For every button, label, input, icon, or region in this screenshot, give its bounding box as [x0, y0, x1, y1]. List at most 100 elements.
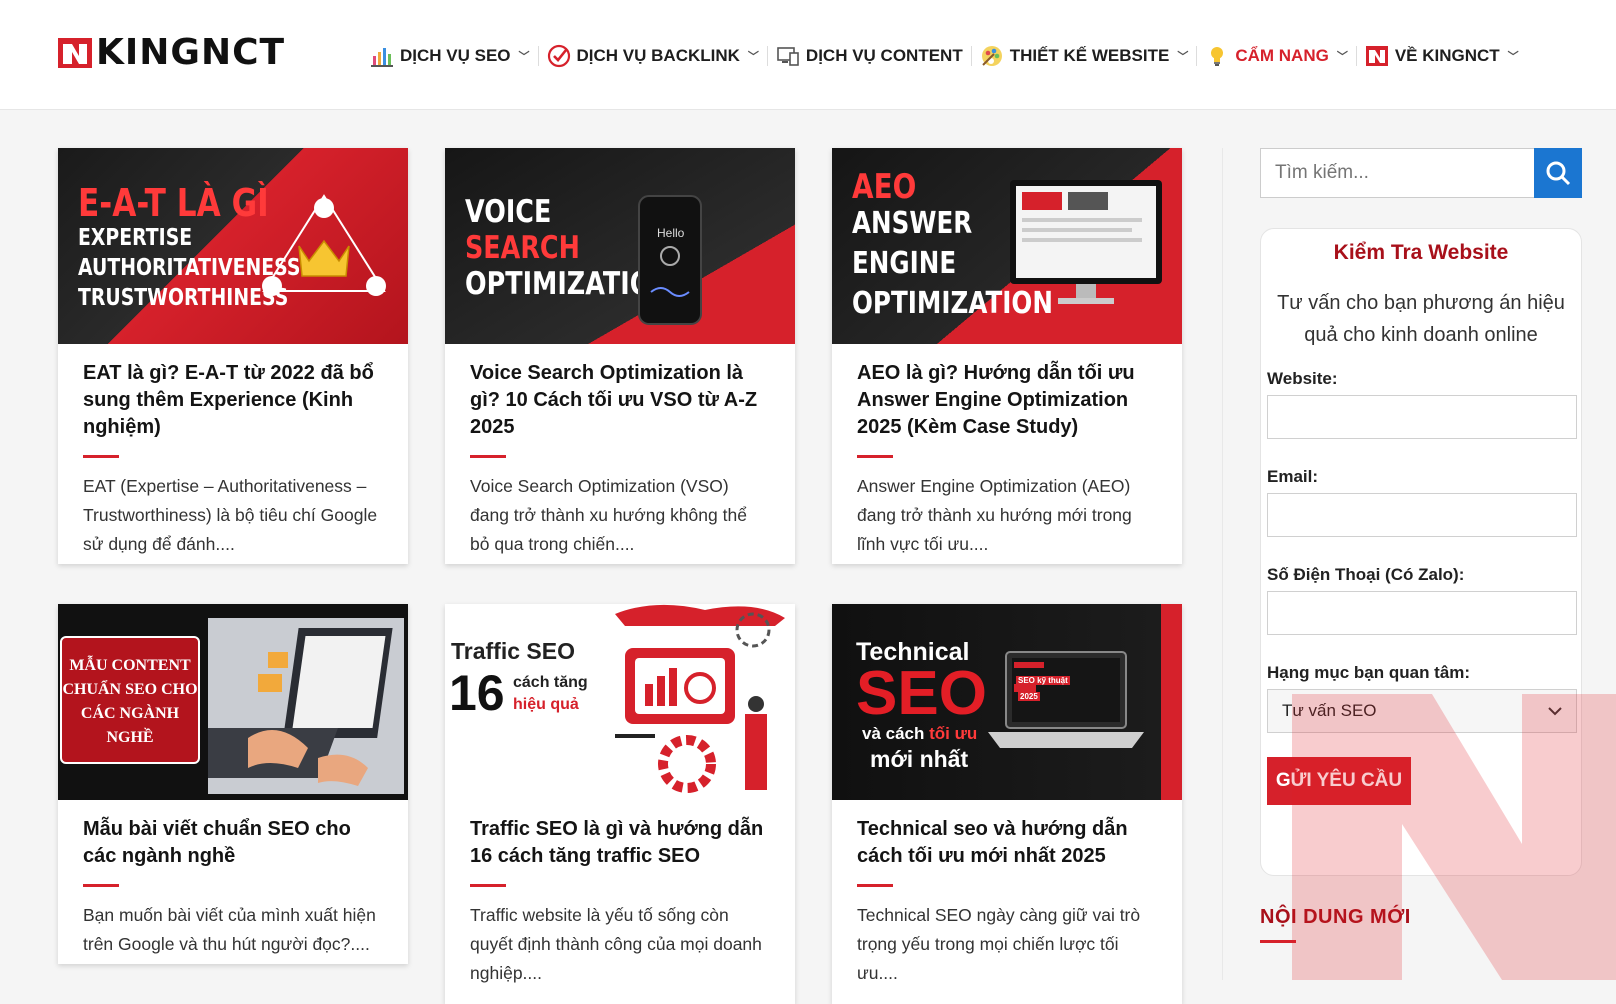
sidebar-divider	[1222, 148, 1223, 980]
thumb-text: Traffic SEO	[451, 638, 575, 664]
post-title[interactable]: AEO là gì? Hướng dẫn tối ưu Answer Engin…	[857, 360, 1157, 441]
thumb-text: AEO	[852, 167, 917, 207]
post-body: EAT là gì? E-A-T từ 2022 đã bổ sung thêm…	[58, 344, 408, 575]
site-logo[interactable]: KINGNCT	[58, 32, 286, 73]
post-thumbnail[interactable]: E-A-T LÀ GÌ EXPERTISE AUTHORITATIVENESS …	[58, 148, 408, 344]
chevron-down-icon: ﹀	[1177, 51, 1189, 63]
thumb-text: E-A-T LÀ GÌ	[78, 181, 269, 225]
nav-label: CẨM NANG	[1235, 46, 1329, 65]
post-card[interactable]: VOICE SEARCH OPTIMIZATION Hello Voice Se…	[445, 148, 795, 564]
nav-item-dich-vu-seo[interactable]: DỊCH VỤ SEO ﹀	[362, 41, 538, 71]
thumb-text: 16	[449, 665, 505, 721]
search-form	[1260, 148, 1582, 198]
post-title[interactable]: Voice Search Optimization là gì? 10 Cách…	[470, 360, 770, 441]
chevron-down-icon: ﹀	[1507, 51, 1519, 63]
thumb-text: Traffic SEO	[451, 638, 575, 665]
post-body: Technical seo và hướng dẫn cách tối ưu m…	[832, 800, 1182, 1004]
devices-icon	[777, 47, 799, 66]
post-title[interactable]: Mẫu bài viết chuẩn SEO cho các ngành ngh…	[83, 816, 383, 870]
nav-item-cam-nang[interactable]: CẨM NANG ﹀	[1197, 41, 1356, 71]
search-input[interactable]	[1260, 148, 1534, 198]
title-divider	[83, 455, 119, 458]
traffic-analytics-illustration	[615, 604, 785, 793]
checkmark-badge-icon	[547, 44, 570, 68]
post-thumbnail[interactable]: AEO ANSWER ENGINE OPTIMIZATION	[832, 148, 1182, 344]
email-field[interactable]	[1267, 493, 1577, 537]
chevron-down-icon: ﹀	[518, 51, 530, 63]
post-title[interactable]: Technical seo và hướng dẫn cách tối ưu m…	[857, 816, 1157, 870]
nav-label: VỀ KINGNCT	[1394, 46, 1500, 65]
title-divider	[470, 884, 506, 887]
post-thumbnail[interactable]: Technical SEO và cách tối ưu mới nhất SE…	[832, 604, 1182, 800]
nav-item-dich-vu-content[interactable]: DỊCH VỤ CONTENT	[768, 41, 971, 71]
post-card[interactable]: Traffic SEO 16 cách tăng hiệu quả Traffi…	[445, 604, 795, 1004]
seo-chart-icon	[371, 48, 393, 67]
phone-label: Số Điện Thoại (Có Zalo):	[1267, 565, 1465, 584]
monitor-illustration	[1010, 180, 1162, 304]
site-header: KINGNCT DỊCH VỤ SEO ﹀ DỊCH VỤ BACKLINK ﹀	[0, 0, 1616, 110]
email-label: Email:	[1267, 467, 1319, 486]
post-excerpt: Technical SEO ngày càng giữ vai trò trọn…	[857, 905, 1141, 983]
post-title[interactable]: EAT là gì? E-A-T từ 2022 đã bổ sung thêm…	[83, 360, 383, 441]
form-subtitle: Tư vấn cho bạn phương án hiệu quả cho ki…	[1277, 292, 1565, 346]
thumb-text: tối ưu	[929, 724, 978, 743]
thumb-text: hiệu quả	[513, 696, 579, 713]
kingnct-logo-icon	[58, 38, 92, 68]
chevron-down-icon: ﹀	[747, 51, 759, 63]
nav-item-ve-kingnct[interactable]: VỀ KINGNCT ﹀	[1357, 41, 1527, 71]
nav-item-dich-vu-backlink[interactable]: DỊCH VỤ BACKLINK ﹀	[539, 41, 767, 71]
website-label: Website:	[1267, 369, 1338, 388]
crown-triangle-illustration	[262, 194, 386, 296]
nav-label: THIẾT KẾ WEBSITE	[1009, 46, 1170, 65]
post-card[interactable]: Technical SEO và cách tối ưu mới nhất SE…	[832, 604, 1182, 1004]
phone-screen-text: Hello	[657, 226, 685, 240]
thumb-text: và cách	[862, 724, 925, 743]
thumb-text: ENGINE	[852, 246, 957, 281]
post-card[interactable]: E-A-T LÀ GÌ EXPERTISE AUTHORITATIVENESS …	[58, 148, 408, 564]
title-divider	[470, 455, 506, 458]
laptop-typing-illustration	[208, 618, 404, 794]
nav-item-thiet-ke-website[interactable]: THIẾT KẾ WEBSITE ﹀	[972, 41, 1197, 71]
thumb-text: NGHỀ	[106, 729, 154, 746]
smartphone-illustration	[638, 195, 702, 325]
thumb-text: cách tăng	[513, 674, 588, 691]
palette-icon	[981, 46, 1002, 66]
post-thumbnail[interactable]: Traffic SEO 16 cách tăng hiệu quả	[445, 604, 795, 800]
nav-label: DỊCH VỤ BACKLINK	[576, 46, 740, 65]
main-nav: DỊCH VỤ SEO ﹀ DỊCH VỤ BACKLINK ﹀ DỊCH VỤ…	[362, 38, 1527, 74]
post-card[interactable]: AEO ANSWER ENGINE OPTIMIZATION AEO là gì…	[832, 148, 1182, 564]
submit-button[interactable]: GỬI YÊU CẦU	[1267, 757, 1411, 805]
search-icon	[1546, 161, 1571, 186]
category-select[interactable]: Tư vấn SEO	[1267, 689, 1577, 733]
post-body: Voice Search Optimization là gì? 10 Cách…	[445, 344, 795, 575]
title-divider	[83, 884, 119, 887]
site-logo-text: KINGNCT	[96, 32, 286, 73]
website-check-form: Kiểm Tra Website Tư vấn cho bạn phương á…	[1260, 228, 1582, 876]
phone-field[interactable]	[1267, 591, 1577, 635]
search-button[interactable]	[1534, 148, 1582, 198]
thumb-label-text: MẪU CONTENT CHUẨN SEO CHO CÁC NGÀNH NGHỀ	[60, 654, 200, 750]
thumb-text: mới nhất	[870, 746, 969, 772]
post-title[interactable]: Traffic SEO là gì và hướng dẫn 16 cách t…	[470, 816, 770, 870]
category-label: Hạng mục bạn quan tâm:	[1267, 663, 1471, 682]
thumb-text: ANSWER	[852, 206, 973, 241]
website-field[interactable]	[1267, 395, 1577, 439]
screen-year: 2025	[1018, 692, 1040, 701]
nav-label: DỊCH VỤ CONTENT	[805, 46, 963, 65]
post-excerpt: Traffic website là yếu tố sống còn quyết…	[470, 905, 762, 983]
lightbulb-icon	[1211, 47, 1224, 66]
thumb-text: SEARCH	[465, 230, 580, 266]
thumb-text: VOICE	[465, 194, 552, 230]
category-select-value: Tư vấn SEO	[1282, 701, 1377, 720]
thumb-text: EXPERTISE	[78, 225, 193, 251]
post-thumbnail[interactable]: VOICE SEARCH OPTIMIZATION Hello	[445, 148, 795, 344]
post-card[interactable]: MẪU CONTENT CHUẨN SEO CHO CÁC NGÀNH NGHỀ…	[58, 604, 408, 964]
post-body: Mẫu bài viết chuẩn SEO cho các ngành ngh…	[58, 800, 408, 975]
laptop-illustration	[988, 651, 1144, 748]
post-excerpt: Bạn muốn bài viết của mình xuất hiện trê…	[83, 905, 376, 954]
kingnct-logo-icon	[1365, 46, 1388, 66]
title-divider	[857, 884, 893, 887]
post-thumbnail[interactable]: MẪU CONTENT CHUẨN SEO CHO CÁC NGÀNH NGHỀ	[58, 604, 408, 800]
title-divider	[857, 455, 893, 458]
post-excerpt: Answer Engine Optimization (AEO) đang tr…	[857, 476, 1132, 554]
